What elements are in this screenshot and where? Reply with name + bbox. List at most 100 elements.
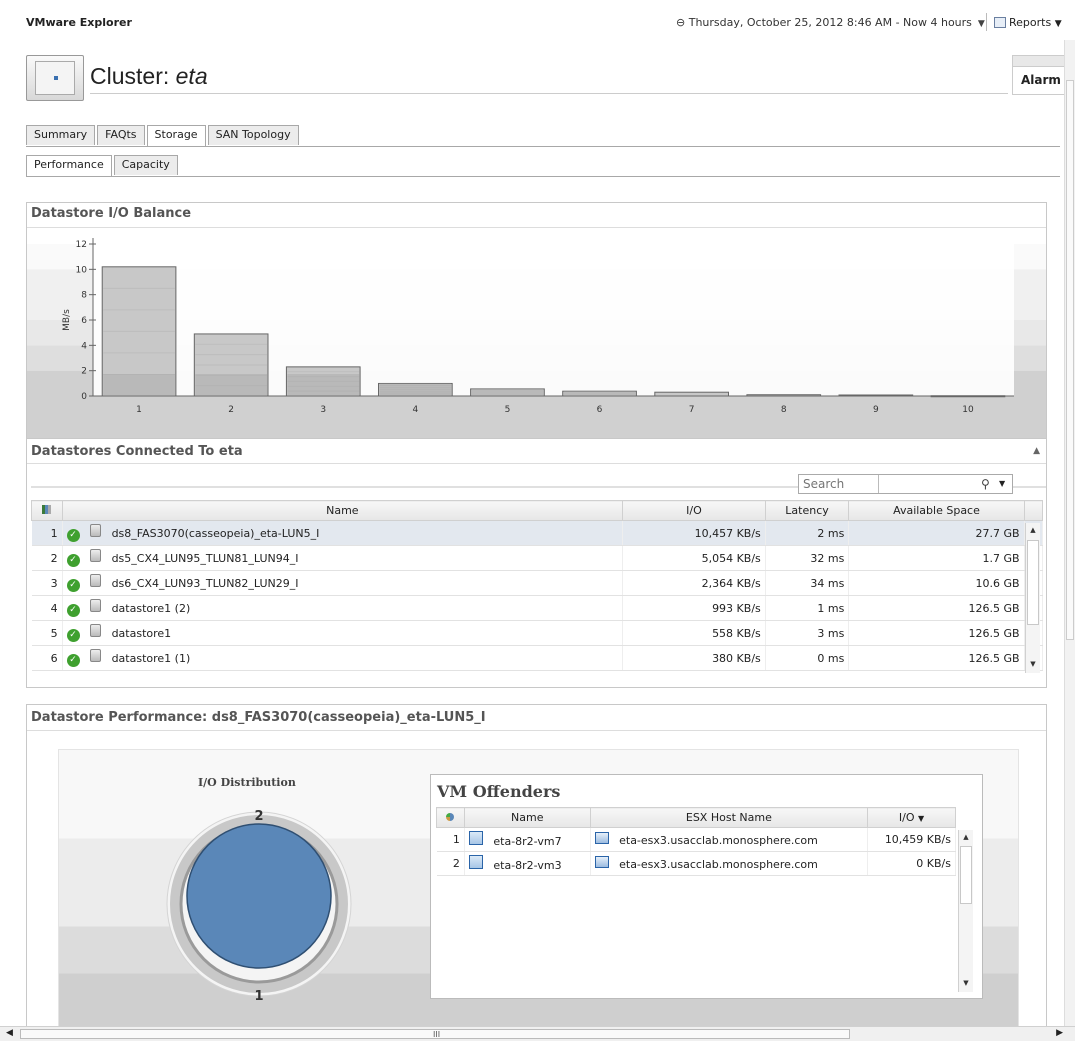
scroll-thumb[interactable]: III (20, 1029, 850, 1039)
datastore-name[interactable]: datastore1 (1) (112, 652, 191, 665)
datastore-name[interactable]: ds6_CX4_LUN93_TLUN82_LUN29_I (112, 577, 299, 590)
column-header-esx-host[interactable]: ESX Host Name (589, 807, 869, 828)
scroll-up-icon[interactable]: ▲ (959, 830, 973, 844)
datastore-name[interactable]: datastore1 (2) (112, 602, 191, 615)
datastore-name-cell[interactable]: ✓ ds8_FAS3070(casseopeia)_eta-LUN5_I (62, 520, 624, 546)
row-number: 5 (31, 620, 63, 646)
column-header-vm-io[interactable]: I/O ▼ (867, 807, 956, 828)
column-header-vm-name[interactable]: Name (463, 807, 591, 828)
vm-name-cell[interactable]: eta-8r2-vm3 (464, 851, 591, 876)
table-row[interactable]: 3 ✓ ds6_CX4_LUN93_TLUN82_LUN29_I 2,364 KB/… (31, 570, 1044, 596)
scroll-thumb[interactable] (1027, 540, 1039, 625)
scroll-left-icon[interactable]: ◀ (6, 1028, 13, 1038)
y-tick-label: 2 (81, 367, 87, 377)
tab-faqts[interactable]: FAQts (97, 125, 145, 145)
datastore-icon (90, 574, 102, 587)
scroll-thumb[interactable] (960, 846, 972, 904)
io-distribution-donut: 2 1 (166, 809, 352, 1004)
datastore-name[interactable]: ds5_CX4_LUN95_TLUN81_LUN94_I (112, 552, 299, 565)
status-ok-icon: ✓ (66, 654, 80, 667)
vm-offenders-scrollbar[interactable]: ▲ ▼ (958, 830, 973, 992)
vm-name[interactable]: eta-8r2-vm3 (493, 859, 561, 872)
io-cell: 993 KB/s (622, 595, 766, 621)
title-divider (90, 93, 1008, 94)
x-tick-label: 3 (320, 405, 326, 415)
tab-capacity[interactable]: Capacity (113, 155, 178, 175)
tab-summary[interactable]: Summary (26, 125, 96, 145)
tab-performance[interactable]: Performance (26, 155, 112, 176)
page-vertical-scrollbar[interactable] (1064, 40, 1075, 1026)
collapse-icon[interactable]: ▲ (1033, 446, 1040, 456)
page-title: Cluster: eta (90, 63, 208, 90)
search-input[interactable] (799, 475, 949, 493)
chart-band (27, 396, 1046, 438)
x-tick-label: 4 (412, 405, 418, 415)
datastore-name-cell[interactable]: ✓ datastore1 (2) (62, 595, 624, 621)
tab-san-topology[interactable]: SAN Topology (207, 125, 299, 145)
search-field[interactable]: ⚲ ▼ (798, 474, 1013, 494)
available-space-cell: 27.7 GB (848, 520, 1025, 546)
available-space-cell: 126.5 GB (848, 595, 1025, 621)
datastore-name-cell[interactable]: ✓ datastore1 (62, 620, 624, 646)
esx-host-name[interactable]: eta-esx3.usacclab.monosphere.com (619, 834, 818, 847)
io-cell: 558 KB/s (622, 620, 766, 646)
y-tick-label: 0 (81, 392, 87, 402)
latency-cell: 34 ms (765, 570, 850, 596)
scroll-thumb[interactable] (1066, 80, 1074, 640)
datastores-header: Datastores Connected To eta ▲ (27, 438, 1046, 464)
datastore-name-cell[interactable]: ✓ ds5_CX4_LUN95_TLUN81_LUN94_I (62, 545, 624, 571)
datastore-name-cell[interactable]: ✓ datastore1 (1) (62, 645, 624, 671)
column-header-space[interactable]: Available Space (848, 500, 1025, 521)
datastore-name[interactable]: ds8_FAS3070(casseopeia)_eta-LUN5_I (112, 527, 320, 540)
column-header-io[interactable]: I/O (622, 500, 766, 521)
esx-host-cell[interactable]: eta-esx3.usacclab.monosphere.com (590, 851, 869, 876)
legend-icon (42, 505, 52, 514)
latency-cell: 1 ms (765, 595, 850, 621)
timeframe-selector[interactable]: ⊖ Thursday, October 25, 2012 8:46 AM - N… (676, 16, 985, 29)
status-ok-icon: ✓ (66, 529, 80, 542)
page-horizontal-scrollbar[interactable]: ◀ III ▶ (0, 1026, 1075, 1041)
sort-desc-icon: ▼ (918, 814, 925, 823)
table-row[interactable]: 1 ✓ ds8_FAS3070(casseopeia)_eta-LUN5_I 10,… (31, 520, 1044, 546)
main-tabs: Summary FAQts Storage SAN Topology (26, 125, 301, 146)
table-row[interactable]: 1 eta-8r2-vm7 eta-esx3.usacclab.monosphe… (436, 827, 956, 852)
status-ok-icon: ✓ (66, 579, 80, 592)
table-row[interactable]: 5 ✓ datastore1 558 KB/s 3 ms 126.5 GB (31, 620, 1044, 646)
y-tick-label: 4 (81, 341, 87, 351)
table-row[interactable]: 6 ✓ datastore1 (1) 380 KB/s 0 ms 126.5 GB (31, 645, 1044, 671)
datastore-name[interactable]: datastore1 (112, 627, 172, 640)
row-number: 4 (31, 595, 63, 621)
scroll-down-icon[interactable]: ▼ (959, 976, 973, 990)
reports-menu[interactable]: Reports ▼ (994, 16, 1062, 29)
table-row[interactable]: 2 ✓ ds5_CX4_LUN95_TLUN81_LUN94_I 5,054 KB/… (31, 545, 1044, 571)
scroll-up-icon[interactable]: ▲ (1026, 523, 1040, 537)
legend-header (436, 807, 465, 828)
latency-cell: 0 ms (765, 645, 850, 671)
x-tick-label: 7 (689, 405, 695, 415)
x-tick-label: 2 (228, 405, 234, 415)
x-tick-label: 8 (781, 405, 787, 415)
search-icon[interactable]: ⚲ (981, 477, 990, 491)
bar-10 (930, 395, 1006, 398)
app-title: VMware Explorer (26, 16, 132, 29)
table-row[interactable]: 2 eta-8r2-vm3 eta-esx3.usacclab.monosphe… (436, 851, 956, 876)
chevron-down-icon: ▼ (977, 19, 985, 29)
chevron-down-icon[interactable]: ▼ (999, 479, 1005, 488)
table-row[interactable]: 4 ✓ datastore1 (2) 993 KB/s 1 ms 126.5 GB (31, 595, 1044, 621)
datastores-scrollbar[interactable]: ▲ ▼ (1025, 523, 1040, 673)
esx-host-cell[interactable]: eta-esx3.usacclab.monosphere.com (590, 827, 869, 852)
esx-host-name[interactable]: eta-esx3.usacclab.monosphere.com (619, 858, 818, 871)
vm-name[interactable]: eta-8r2-vm7 (493, 835, 561, 848)
bar-shade (287, 374, 360, 395)
row-number: 2 (31, 545, 63, 571)
slice-label-1: 1 (254, 989, 263, 1004)
column-header-latency[interactable]: Latency (764, 500, 850, 521)
vm-name-cell[interactable]: eta-8r2-vm7 (464, 827, 591, 852)
column-header-name[interactable]: Name (61, 500, 624, 521)
pie-legend-icon (446, 813, 455, 821)
scroll-down-icon[interactable]: ▼ (1026, 657, 1040, 671)
scroll-right-icon[interactable]: ▶ (1056, 1028, 1063, 1038)
vm-icon (468, 831, 483, 845)
tab-storage[interactable]: Storage (146, 125, 206, 146)
datastore-name-cell[interactable]: ✓ ds6_CX4_LUN93_TLUN82_LUN29_I (62, 570, 624, 596)
